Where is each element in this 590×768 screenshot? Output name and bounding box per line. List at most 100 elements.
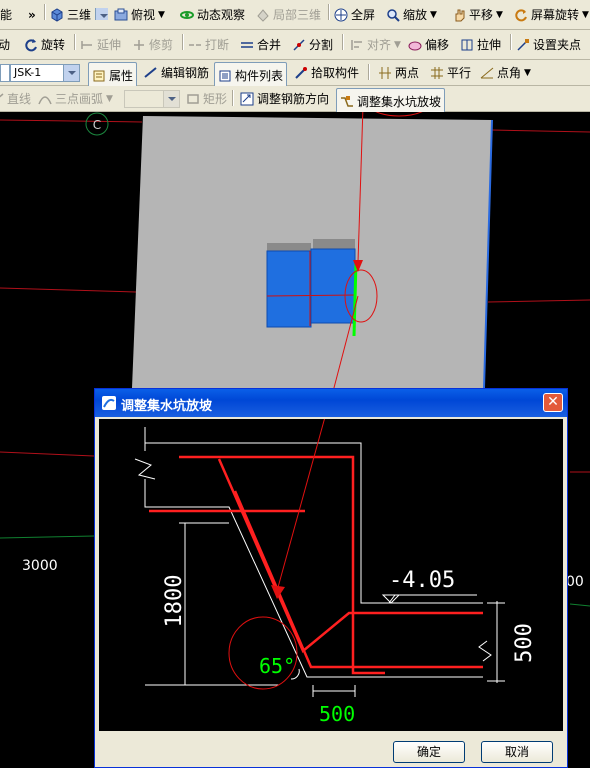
align-label: 对齐 (367, 38, 392, 52)
trim-label: 修剪 (149, 38, 174, 52)
combo-left-cut[interactable] (0, 60, 10, 85)
orbit-icon (180, 8, 194, 22)
arc-icon (38, 92, 52, 106)
slope-diagram[interactable]: -4.05 1800 500 500 65° (99, 419, 563, 731)
break-icon (188, 38, 202, 52)
arc-option-select[interactable] (124, 90, 180, 108)
break-button[interactable]: 打断 (188, 30, 229, 59)
component-list-label: 构件列表 (235, 69, 284, 83)
chevron-down-icon[interactable]: ▼ (158, 10, 165, 20)
merge-icon (240, 38, 254, 52)
edit-rebar-button[interactable]: 编辑钢筋 (144, 60, 209, 85)
toolbar-modify: 移动 旋转 延伸 修剪 打断 合并 分割 对齐▼ 偏移 拉伸 设置夹点 (0, 30, 590, 60)
orbit-button[interactable]: 动态观察 (180, 0, 245, 29)
adjust-pit-slope-button[interactable]: 调整集水坑放坡 (336, 88, 446, 115)
chevron-down-icon[interactable]: ▼ (582, 10, 589, 20)
chevron-down-icon[interactable]: ▼ (524, 68, 531, 78)
axis-label: C (93, 118, 101, 132)
chevron-down-icon[interactable] (63, 65, 79, 81)
trim-button[interactable]: 修剪 (132, 30, 173, 59)
component-select-value: JSK-1 (14, 66, 42, 79)
arc-label: 三点画弧 (55, 92, 104, 106)
set-grip-button[interactable]: 设置夹点 (516, 30, 581, 59)
rect-button[interactable]: 矩形 (186, 86, 227, 111)
offset-button[interactable]: 偏移 (408, 30, 449, 59)
point-angle-label: 点角 (497, 66, 522, 80)
adjust-rebar-direction-button[interactable]: 调整钢筋方向 (240, 86, 329, 111)
offset-icon (408, 38, 422, 52)
toolbar-draw: 直线 三点画弧 ▼ 矩形 调整钢筋方向 调整集水坑放坡 (0, 86, 590, 115)
view-3d-dropdown[interactable] (94, 7, 109, 22)
dialog-titlebar[interactable]: 调整集水坑放坡 ✕ (95, 389, 567, 417)
align-icon (350, 38, 364, 52)
cube-icon (50, 7, 64, 22)
bottom-dimension[interactable]: 500 (319, 702, 355, 726)
close-icon[interactable]: ✕ (543, 393, 563, 412)
top-view-label: 俯视 (131, 8, 156, 22)
move-label: 移动 (0, 38, 11, 52)
toolbar-component: JSK-1 属性 编辑钢筋 构件列表 拾取构件 两点 平行 点角 ▼ (0, 60, 590, 89)
stretch-label: 拉伸 (477, 38, 502, 52)
line-label: 直线 (7, 92, 32, 106)
chevron-down-icon[interactable]: ▼ (394, 40, 401, 50)
stretch-icon (460, 38, 474, 52)
pit-top-face (267, 243, 311, 251)
extend-button[interactable]: 延伸 (80, 30, 121, 59)
pan-button[interactable]: 平移 ▼ (452, 0, 503, 29)
parallel-button[interactable]: 平行 (430, 60, 471, 85)
split-icon (292, 38, 306, 52)
elevation-value[interactable]: -4.05 (389, 568, 455, 593)
view-3d-button[interactable]: 三维 (50, 0, 109, 29)
slope-angle[interactable]: 65° (259, 654, 295, 678)
merge-button[interactable]: 合并 (240, 30, 281, 59)
dimension-label: 3000 (22, 558, 58, 574)
grip-icon (516, 38, 530, 52)
extend-label: 延伸 (97, 38, 122, 52)
chevron-down-icon[interactable]: ▼ (106, 94, 113, 104)
chevron-down-icon[interactable]: ▼ (496, 10, 503, 20)
pit-block[interactable] (266, 250, 312, 328)
zoom-label: 缩放 (403, 8, 428, 22)
toolbar-left-cut: 能 (0, 8, 13, 22)
component-select[interactable]: JSK-1 (10, 64, 80, 82)
point-angle-icon (480, 66, 494, 80)
component-list-button[interactable]: 构件列表 (214, 62, 288, 89)
split-button[interactable]: 分割 (292, 30, 333, 59)
adjust-direction-icon (240, 92, 254, 106)
zoom-button[interactable]: 缩放 ▼ (386, 0, 437, 29)
move-button[interactable]: 移动 (0, 30, 10, 59)
local-3d-icon (256, 8, 270, 22)
rectangle-icon (186, 92, 200, 106)
list-icon (218, 69, 232, 83)
fullscreen-button[interactable]: 全屏 (334, 0, 375, 29)
pick-component-button[interactable]: 拾取构件 (294, 60, 359, 85)
break-label: 打断 (205, 38, 230, 52)
height-dimension[interactable]: 1800 (162, 575, 187, 628)
two-points-button[interactable]: 两点 (378, 60, 419, 85)
screen-rotate-button[interactable]: 屏幕旋转 ▼ (514, 0, 589, 29)
line-button[interactable]: 直线 (0, 86, 31, 111)
fullscreen-icon (334, 8, 348, 22)
merge-label: 合并 (257, 38, 282, 52)
set-grip-label: 设置夹点 (533, 38, 582, 52)
line-icon (0, 92, 4, 106)
stretch-button[interactable]: 拉伸 (460, 30, 501, 59)
screen-rotate-label: 屏幕旋转 (531, 8, 580, 22)
offset-label: 偏移 (425, 38, 450, 52)
selected-slope-edge[interactable] (352, 261, 358, 337)
toolbar-overflow-chevron[interactable]: » (28, 0, 36, 29)
dimension-label: 00 (566, 574, 584, 590)
toolbar-view: 能 » 三维 俯视 ▼ 动态观察 局部三维 全屏 缩放 ▼ 平移 ▼ 屏幕旋转 … (0, 0, 590, 30)
pit-slope-dialog: 调整集水坑放坡 ✕ -4.05 1800 500 500 65° 确定 取消 (94, 388, 568, 768)
local-3d-button[interactable]: 局部三维 (256, 0, 321, 29)
point-angle-button[interactable]: 点角 ▼ (480, 60, 531, 85)
app-icon (101, 395, 117, 415)
split-label: 分割 (309, 38, 334, 52)
properties-button[interactable]: 属性 (88, 62, 138, 89)
arc-button[interactable]: 三点画弧 ▼ (38, 86, 113, 111)
rotate-button[interactable]: 旋转 (24, 30, 65, 59)
align-button[interactable]: 对齐 ▼ (350, 30, 401, 59)
chevron-down-icon[interactable]: ▼ (430, 10, 437, 20)
top-view-button[interactable]: 俯视 ▼ (114, 0, 165, 29)
right-dimension[interactable]: 500 (512, 623, 537, 663)
